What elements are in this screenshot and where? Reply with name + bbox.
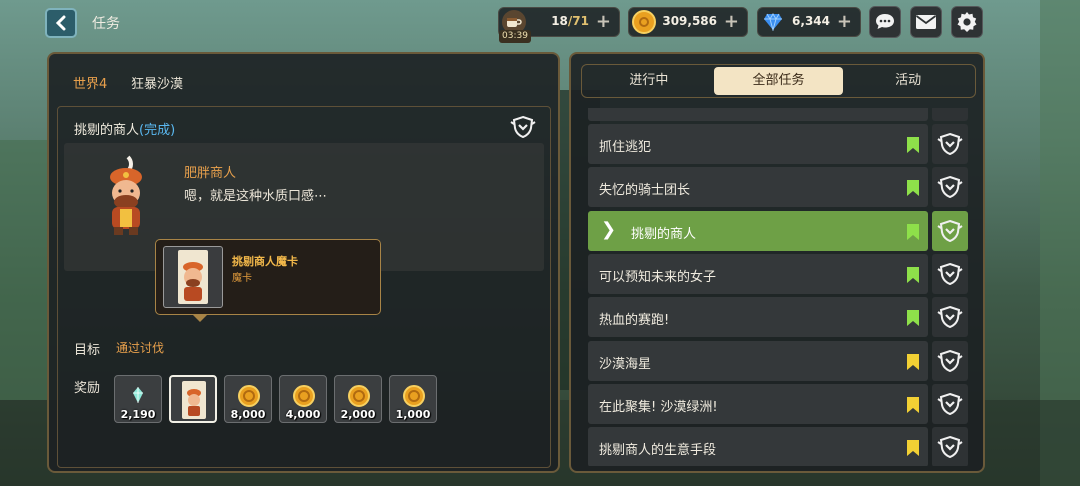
quest-row[interactable]: 热血的赛跑! [588,297,970,338]
goal-label: 目标 [74,343,101,358]
quest-row-button[interactable]: 抓住逃犯 [588,124,928,164]
quest-row-bg [588,108,928,121]
stamina-timer: 03:39 [499,30,531,43]
gem-counter[interactable]: 6,344 + [757,7,861,37]
gem-value: 6,344 [792,14,830,28]
gold-counter[interactable]: 309,586 + [628,7,748,37]
quest-name: 在此聚集! 沙漠绿洲! [599,399,718,415]
quest-name: 可以预知未来的女子 [599,269,717,285]
quest-name: 失忆的骑士团长 [599,183,691,199]
merchant-card-icon [182,381,206,423]
quest-name: 沙漠海星 [599,356,652,372]
shield-emblem-icon[interactable] [932,297,968,338]
reward-gold[interactable]: 4,000 [279,375,327,423]
quest-list-panel: 进行中 全部任务 活动 抓住逃犯失忆的骑士团长 ❯ 挑剔的商人可以预知未来的女子 热血… [569,52,985,473]
shield-emblem-icon [932,108,968,121]
gold-coin-icon [632,10,656,34]
bookmark-icon [906,179,920,201]
bookmark-icon [906,439,920,461]
quest-row-button[interactable]: 挑剔商人的生意手段 [588,427,928,466]
quest-name: 热血的赛跑! [599,313,670,329]
chat-bubble-icon [876,14,894,29]
bookmark-icon [906,266,920,288]
quest-row[interactable]: 可以预知未来的女子 [588,253,970,294]
quest-name: 挑剔的商人 [631,226,697,242]
envelope-icon [915,15,937,29]
shield-emblem-icon[interactable] [932,383,968,424]
shield-emblem-icon[interactable] [932,253,968,294]
quest-row-partial [588,108,970,121]
quest-status: (完成) [139,123,176,138]
merchant-portrait-icon [98,155,154,237]
quest-row[interactable]: 失忆的骑士团长 [588,167,970,208]
quest-list[interactable]: 抓住逃犯失忆的骑士团长 ❯ 挑剔的商人可以预知未来的女子 热血的赛跑! 沙漠海星在此聚集… [588,108,970,466]
npc-name: 肥胖商人 [184,166,237,181]
shield-emblem-icon [510,115,536,143]
back-button[interactable] [45,8,77,38]
tooltip-subtitle: 魔卡 [232,273,252,284]
quest-row[interactable]: ❯ 挑剔的商人 [588,210,970,251]
add-gem-button[interactable]: + [837,11,852,32]
quest-row-button[interactable]: ❯ 挑剔的商人 [588,210,928,251]
gear-icon [957,12,977,32]
add-stamina-button[interactable]: + [596,11,611,32]
goal-text: 通过讨伐 [116,341,165,355]
bookmark-icon [906,396,920,418]
reward-card[interactable] [169,375,217,423]
quest-row-button[interactable]: 沙漠海星 [588,340,928,381]
shield-emblem-icon[interactable] [932,427,968,466]
back-arrow-icon [55,15,66,31]
bookmark-icon [906,223,920,245]
reward-gold[interactable]: 8,000 [224,375,272,423]
gold-value: 309,586 [662,14,717,28]
quest-row-button[interactable]: 失忆的骑士团长 [588,167,928,208]
quest-name: 抓住逃犯 [599,140,652,155]
tab-in-progress[interactable]: 进行中 [584,67,714,95]
world-label: 世界4 [73,77,108,92]
tab-events[interactable]: 活动 [843,67,973,95]
tooltip-title: 挑剔商人魔卡 [232,255,298,268]
quest-row[interactable]: 挑剔商人的生意手段 [588,427,970,466]
chevron-right-icon: ❯ [601,218,617,240]
add-gold-button[interactable]: + [724,11,739,32]
shield-emblem-icon[interactable] [932,124,968,164]
shield-emblem-icon[interactable] [932,210,968,251]
gem-icon [761,10,785,34]
tooltip-pointer [192,314,208,322]
reward-crystal[interactable]: 2,190 [114,375,162,423]
quest-row-button[interactable]: 在此聚集! 沙漠绿洲! [588,383,928,424]
quest-title: 挑剔的商人(完成) [74,123,176,138]
world-name: 狂暴沙漠 [131,77,184,92]
quest-row[interactable]: 沙漠海星 [588,340,970,381]
quest-row-button[interactable]: 可以预知未来的女子 [588,253,928,294]
npc-dialog-text: 嗯，就是这种水质口感⋯ [184,189,328,204]
crystal-icon [132,386,144,408]
shield-emblem-icon[interactable] [932,340,968,381]
quest-name: 挑剔商人的生意手段 [599,443,717,459]
chat-button[interactable] [869,6,901,38]
merchant-card-icon [163,246,223,308]
shield-emblem-icon[interactable] [932,167,968,208]
reward-gold[interactable]: 2,000 [334,375,382,423]
bookmark-icon [906,353,920,375]
quest-tabs: 进行中 全部任务 活动 [581,64,976,98]
stamina-value: 18/71 [551,14,589,28]
settings-button[interactable] [951,6,983,38]
quest-row[interactable]: 在此聚集! 沙漠绿洲! [588,383,970,424]
bookmark-icon [906,136,920,158]
page-title: 任务 [92,16,120,32]
quest-row[interactable]: 抓住逃犯 [588,124,970,164]
quest-row-button[interactable]: 热血的赛跑! [588,297,928,338]
reward-tooltip: 挑剔商人魔卡 魔卡 [155,239,381,322]
bookmark-icon [906,309,920,331]
reward-label: 奖励 [74,381,101,396]
mail-button[interactable] [910,6,942,38]
tab-all-quests[interactable]: 全部任务 [713,67,844,95]
reward-gold[interactable]: 1,000 [389,375,437,423]
